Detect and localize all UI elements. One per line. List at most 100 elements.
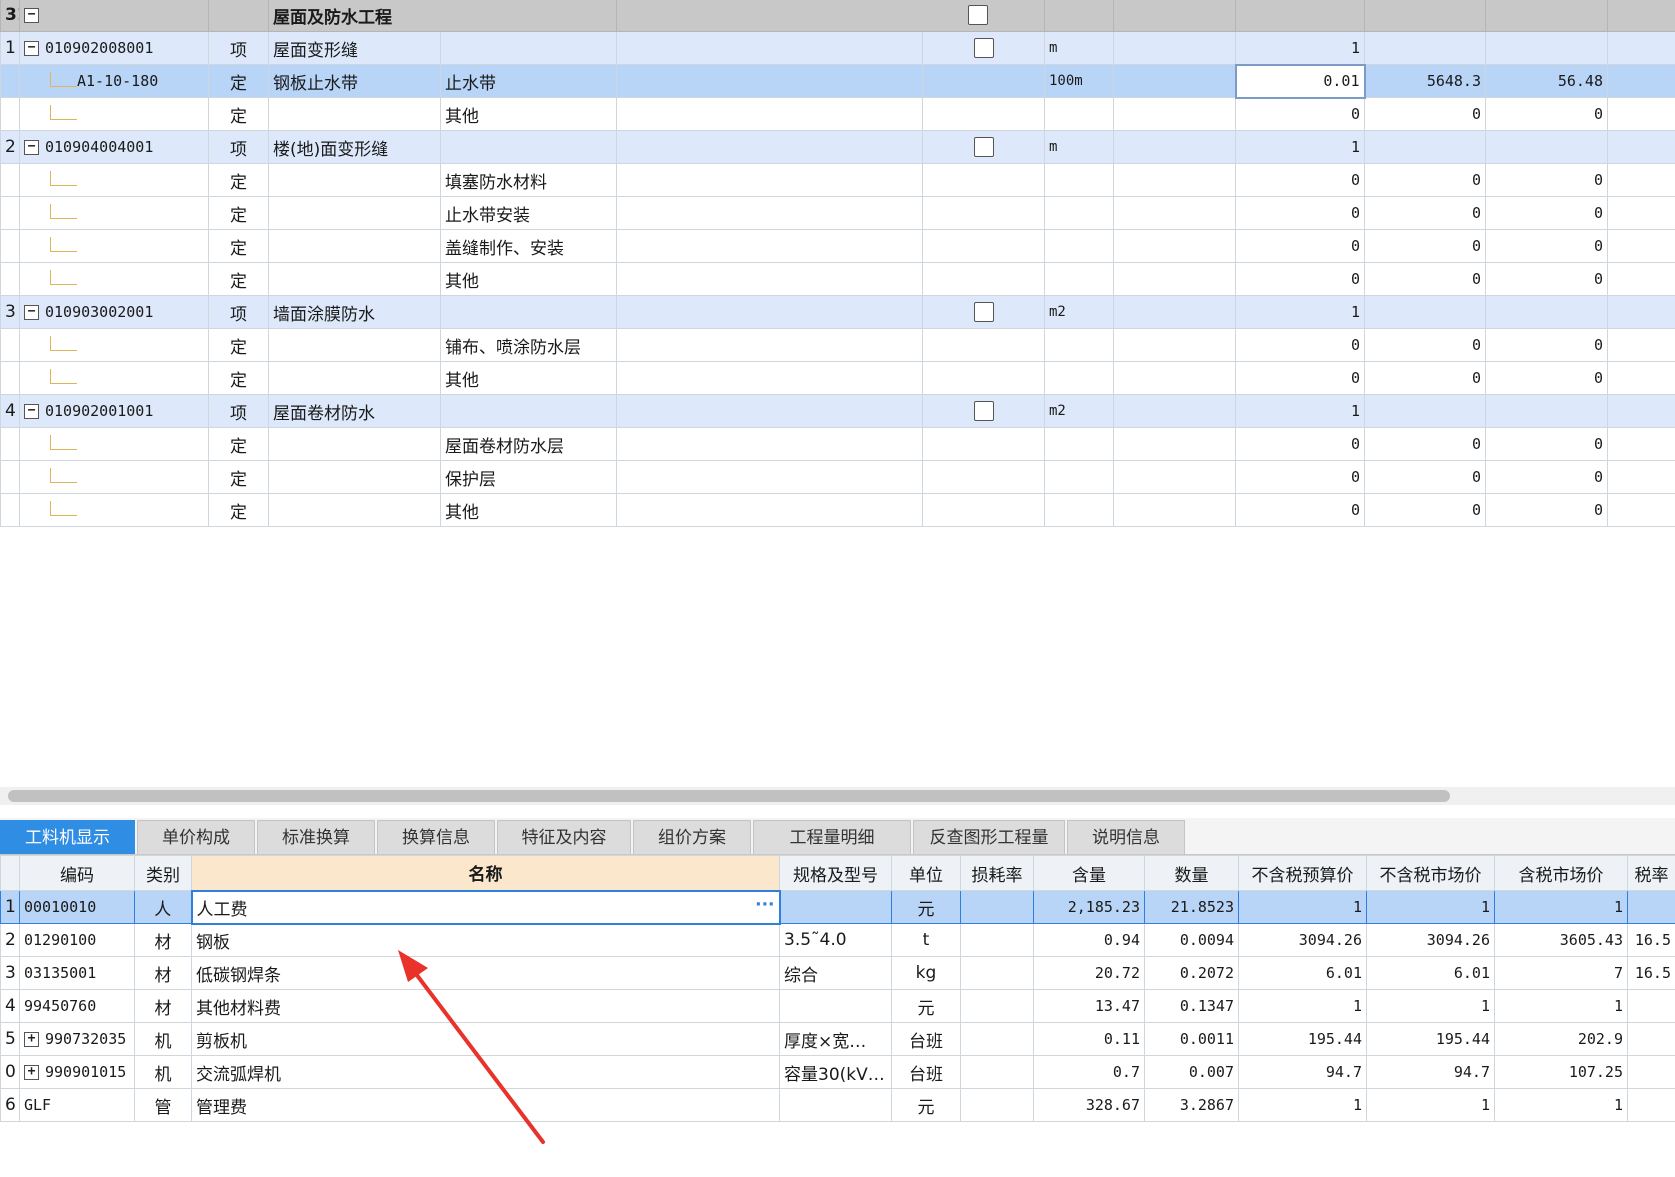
unit-price-cell[interactable] (1364, 295, 1486, 329)
blank-cell[interactable] (1607, 163, 1675, 197)
type-cell[interactable]: 项 (208, 130, 269, 164)
type-cell[interactable]: 定 (208, 196, 269, 230)
name-cell[interactable]: 低碳钢焊条 (191, 956, 780, 990)
market-price-cell[interactable]: 195.44 (1366, 1022, 1495, 1056)
budget-price-cell[interactable]: 1 (1238, 1088, 1367, 1122)
budget-price-cell[interactable]: 195.44 (1238, 1022, 1367, 1056)
tax-rate-cell[interactable] (1627, 1088, 1675, 1122)
code-cell[interactable] (19, 262, 209, 296)
unit-cell[interactable]: t (891, 923, 961, 957)
category-cell[interactable]: 材 (134, 923, 192, 957)
content-cell[interactable]: 13.47 (1033, 989, 1145, 1023)
tab-2[interactable]: 单价构成 (137, 820, 255, 854)
column-header[interactable]: 名称 (191, 855, 780, 891)
unit-cell[interactable]: 台班 (891, 1022, 961, 1056)
column-header[interactable]: 编码 (19, 855, 135, 891)
collapse-icon[interactable]: − (24, 140, 39, 155)
budget-price-cell[interactable]: 1 (1238, 890, 1367, 924)
blank-cell[interactable] (616, 262, 923, 296)
type-cell[interactable]: 项 (208, 394, 269, 428)
budget-price-cell[interactable]: 6.01 (1238, 956, 1367, 990)
tax-market-price-cell[interactable]: 7 (1494, 956, 1628, 990)
name-cell[interactable] (268, 196, 441, 230)
quota-row[interactable]: 定其他 0 0 0 (0, 97, 1675, 131)
name-cell[interactable] (268, 427, 441, 461)
market-price-cell[interactable]: 1 (1366, 989, 1495, 1023)
type-cell[interactable]: 定 (208, 229, 269, 263)
resource-row[interactable]: 0 +990901015 机交流弧焊机 容量30(kV… 台班 0.7 0.007 94.7 9… (0, 1055, 1675, 1089)
column-header[interactable]: 规格及型号 (779, 855, 892, 891)
code-cell[interactable]: GLF (19, 1088, 135, 1122)
blank-cell[interactable] (1113, 460, 1236, 494)
loss-rate-cell[interactable] (960, 956, 1034, 990)
blank-cell[interactable] (1607, 130, 1675, 164)
content-cell[interactable]: 0.94 (1033, 923, 1145, 957)
quota-row[interactable]: 定铺布、喷涂防水层 0 0 0 (0, 328, 1675, 362)
code-cell[interactable]: +990732035 (19, 1022, 135, 1056)
unit-cell[interactable] (1044, 460, 1114, 494)
quantity-cell[interactable]: 0 (1235, 361, 1365, 395)
quota-row[interactable]: 定盖缝制作、安装 0 0 0 (0, 229, 1675, 263)
blank-cell[interactable] (1113, 196, 1236, 230)
resource-row[interactable]: 4 99450760 材其他材料费元 13.47 0.1347 1 1 1 (0, 989, 1675, 1023)
budget-price-cell[interactable]: 94.7 (1238, 1055, 1367, 1089)
name-cell[interactable]: 钢板止水带 (268, 64, 441, 98)
code-cell[interactable]: 03135001 (19, 956, 135, 990)
budget-price-cell[interactable]: 3094.26 (1238, 923, 1367, 957)
blank-cell[interactable] (616, 229, 923, 263)
quota-row[interactable]: 定其他 0 0 0 (0, 493, 1675, 527)
name-cell[interactable]: 管理费 (191, 1088, 780, 1122)
bill-item-row[interactable]: 1−010902008001 项屋面变形缝 m 1 (0, 31, 1675, 65)
feature-cell[interactable] (440, 295, 617, 329)
checkbox[interactable] (973, 137, 994, 157)
collapse-icon[interactable]: − (24, 7, 39, 23)
total-price-cell[interactable]: 0 (1485, 196, 1608, 230)
blank-cell[interactable] (616, 64, 923, 98)
name-cell[interactable]: 剪板机 (191, 1022, 780, 1056)
name-cell[interactable]: 屋面变形缝 (268, 31, 441, 65)
check-cell[interactable] (922, 31, 1045, 65)
category-cell[interactable]: 材 (134, 956, 192, 990)
check-cell[interactable] (922, 130, 1045, 164)
quantity-cell[interactable]: 0.1347 (1144, 989, 1239, 1023)
type-cell[interactable]: 定 (208, 361, 269, 395)
collapse-icon[interactable]: − (24, 41, 39, 56)
blank-cell[interactable] (616, 427, 923, 461)
quantity-cell[interactable]: 0 (1235, 163, 1365, 197)
quantity-list-grid[interactable]: 31 − 屋面及防水工程 1−010902008001项屋面变形缝m1A1-10… (0, 0, 1675, 527)
tax-market-price-cell[interactable]: 1 (1494, 890, 1628, 924)
feature-cell[interactable]: 其他 (440, 361, 617, 395)
total-price-cell[interactable]: 0 (1485, 262, 1608, 296)
unit-cell[interactable]: 元 (891, 989, 961, 1023)
unit-cell[interactable]: m2 (1044, 394, 1114, 428)
name-cell[interactable]: 人工费 ··· (190, 889, 781, 925)
blank-cell[interactable] (1113, 427, 1236, 461)
quantity-cell[interactable]: 0 (1235, 328, 1365, 362)
quota-row[interactable]: 定屋面卷材防水层 0 0 0 (0, 427, 1675, 461)
code-cell[interactable]: 99450760 (19, 989, 135, 1023)
unit-price-cell[interactable]: 0 (1364, 427, 1486, 461)
tab-9[interactable]: 说明信息 (1067, 820, 1185, 854)
blank-cell[interactable] (616, 295, 923, 329)
budget-price-cell[interactable]: 1 (1238, 989, 1367, 1023)
quantity-cell[interactable]: 0.01 (1234, 63, 1366, 99)
code-cell[interactable] (19, 196, 209, 230)
spec-cell[interactable]: 综合 (779, 956, 892, 990)
blank-cell[interactable] (1607, 229, 1675, 263)
unit-cell[interactable] (1044, 427, 1114, 461)
code-cell[interactable] (19, 163, 209, 197)
spec-cell[interactable] (779, 1088, 892, 1122)
unit-cell[interactable]: 100m (1044, 64, 1114, 98)
feature-cell[interactable]: 填塞防水材料 (440, 163, 617, 197)
quantity-cell[interactable]: 0.0011 (1144, 1022, 1239, 1056)
blank-cell[interactable] (1607, 64, 1675, 98)
blank-cell[interactable] (1113, 130, 1236, 164)
blank-cell[interactable] (1113, 229, 1236, 263)
type-cell[interactable]: 定 (208, 493, 269, 527)
name-cell[interactable] (268, 262, 441, 296)
scrollbar-thumb[interactable] (8, 790, 1450, 802)
quantity-cell[interactable]: 0 (1235, 493, 1365, 527)
name-cell[interactable]: 钢板 (191, 923, 780, 957)
spec-cell[interactable]: 厚度×宽… (779, 1022, 892, 1056)
feature-cell[interactable]: 保护层 (440, 460, 617, 494)
